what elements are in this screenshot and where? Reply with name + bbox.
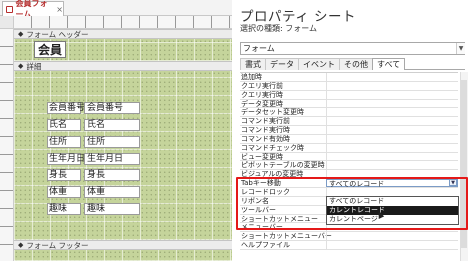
property-name: クエリ実行時 xyxy=(241,90,283,99)
property-name: ビュー変更時 xyxy=(241,152,283,161)
section-label: 詳細 xyxy=(26,61,42,71)
property-name: コマンド実行前 xyxy=(241,117,290,126)
field-textbox[interactable]: 生年月日 xyxy=(84,153,140,165)
property-row[interactable]: ピボットテーブルの変更時 xyxy=(240,161,458,171)
field-textbox[interactable]: 趣味 xyxy=(84,203,140,215)
property-row[interactable]: コマンド有効時 xyxy=(240,134,458,144)
property-row[interactable]: 追加時 xyxy=(240,73,458,82)
property-name: データ変更時 xyxy=(241,99,283,108)
document-tab[interactable]: 会員フォーム × xyxy=(2,0,64,19)
field-label[interactable]: 体重 xyxy=(47,186,81,198)
selection-type-label: 選択の種類: xyxy=(240,24,283,33)
property-name: ショートカットメニューバー xyxy=(241,232,332,241)
field-textbox[interactable]: 体重 xyxy=(84,186,140,198)
property-name: コマンドチェック時 xyxy=(241,143,304,152)
tab-all[interactable]: すべて xyxy=(372,58,406,70)
property-row[interactable]: コマンド実行時 xyxy=(240,126,458,135)
property-value[interactable] xyxy=(326,73,458,81)
property-name: ヘルプファイル xyxy=(241,241,290,250)
close-icon[interactable]: × xyxy=(56,5,63,14)
field-textbox[interactable]: 氏名 xyxy=(84,119,140,131)
field-label[interactable]: 氏名 xyxy=(47,119,81,131)
chevron-down-icon[interactable]: ▼ xyxy=(456,43,465,54)
object-selector[interactable]: フォーム xyxy=(240,42,465,55)
property-row[interactable]: コマンド実行前 xyxy=(240,117,458,127)
document-tab-bar: 会員フォーム × xyxy=(0,0,232,19)
tab-event[interactable]: イベント xyxy=(298,58,340,70)
section-bar-form-header[interactable]: ◆ フォーム ヘッダー xyxy=(14,29,232,39)
property-value[interactable] xyxy=(326,152,458,161)
property-value[interactable] xyxy=(326,99,458,108)
field-textbox[interactable]: 住所 xyxy=(84,136,140,148)
property-value[interactable] xyxy=(326,241,458,249)
property-row[interactable]: ヘルプファイル xyxy=(240,241,458,250)
section-arrow-icon: ◆ xyxy=(18,62,24,70)
property-row[interactable]: コマンドチェック時 xyxy=(240,143,458,153)
property-value[interactable] xyxy=(326,232,458,241)
property-value[interactable] xyxy=(326,161,458,170)
horizontal-ruler[interactable] xyxy=(14,16,232,29)
property-tabs: 書式 データ イベント その他 すべて xyxy=(240,58,465,70)
section-bar-detail[interactable]: ◆ 詳細 xyxy=(14,61,232,71)
selection-type-value: フォーム xyxy=(285,24,318,33)
property-name: コマンド有効時 xyxy=(241,134,290,143)
property-value[interactable] xyxy=(326,90,458,99)
section-arrow-icon: ◆ xyxy=(18,30,24,38)
field-textbox[interactable]: 会員番号 xyxy=(84,102,140,114)
form-icon xyxy=(6,5,13,13)
form-footer-grid[interactable] xyxy=(14,250,232,261)
section-label: フォーム ヘッダー xyxy=(26,29,89,39)
section-label: フォーム フッター xyxy=(26,240,89,250)
property-name: ピボットテーブルの変更時 xyxy=(241,161,325,170)
field-label[interactable]: 会員番号 xyxy=(47,102,85,114)
property-name: 追加時 xyxy=(241,73,262,81)
property-row[interactable]: ショートカットメニューバー xyxy=(240,232,458,242)
title-label[interactable]: 会員 xyxy=(34,41,66,58)
property-value[interactable] xyxy=(326,117,458,126)
property-value[interactable] xyxy=(326,108,458,117)
highlight-box xyxy=(236,177,468,230)
selection-type: 選択の種類: フォーム xyxy=(240,23,317,34)
vertical-ruler[interactable] xyxy=(0,29,14,261)
tab-data[interactable]: データ xyxy=(265,58,299,70)
property-row[interactable]: クエリ実行時 xyxy=(240,90,458,100)
field-label[interactable]: 身長 xyxy=(47,169,81,181)
form-selector[interactable] xyxy=(0,16,14,29)
field-label[interactable]: 生年月日 xyxy=(47,153,85,165)
property-row[interactable]: クエリ実行前 xyxy=(240,81,458,91)
property-name: コマンド実行時 xyxy=(241,126,290,135)
property-value[interactable] xyxy=(326,134,458,143)
field-label[interactable]: 趣味 xyxy=(47,203,81,215)
field-label[interactable]: 住所 xyxy=(47,136,81,148)
property-sheet-title: プロパティ シート xyxy=(240,9,356,25)
property-value[interactable] xyxy=(326,126,458,134)
section-bar-form-footer[interactable]: ◆ フォーム フッター xyxy=(14,240,232,250)
tab-format[interactable]: 書式 xyxy=(240,58,266,70)
section-arrow-icon: ◆ xyxy=(18,241,24,249)
property-value[interactable] xyxy=(326,143,458,152)
property-row[interactable]: データセット変更時 xyxy=(240,108,458,118)
field-textbox[interactable]: 身長 xyxy=(84,169,140,181)
property-name: クエリ実行前 xyxy=(241,81,283,90)
tab-other[interactable]: その他 xyxy=(339,58,373,70)
property-name: データセット変更時 xyxy=(241,108,304,117)
property-value[interactable] xyxy=(326,81,458,90)
